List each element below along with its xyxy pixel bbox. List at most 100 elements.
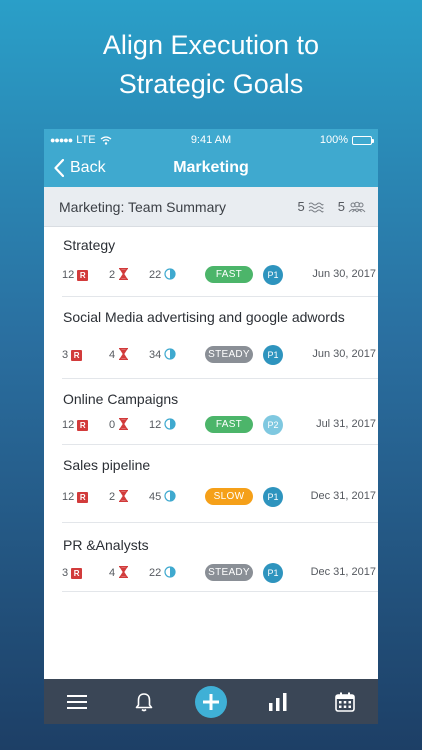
hourglass-icon <box>118 267 130 283</box>
add-button[interactable] <box>194 685 227 718</box>
overdue-count: 4 <box>109 349 116 361</box>
risk-badge-icon: R <box>77 269 89 281</box>
risk-stat: 3 R <box>62 563 83 583</box>
priority-badge: P1 <box>263 345 283 365</box>
battery-percent: 100% <box>319 134 348 146</box>
nav-bar: Back Marketing <box>44 151 378 187</box>
progress-icon <box>164 417 176 433</box>
progress-count: 34 <box>149 349 162 361</box>
risk-count: 12 <box>62 419 75 431</box>
hourglass-icon <box>118 565 130 581</box>
priority-badge: P1 <box>263 563 283 583</box>
team-summary-title: Marketing: Team Summary <box>59 198 227 215</box>
risk-badge-icon: R <box>71 567 83 579</box>
hourglass-icon <box>118 417 130 433</box>
priority-badge: P1 <box>263 487 283 507</box>
risk-count: 12 <box>62 491 75 503</box>
tab-reports[interactable] <box>258 682 298 722</box>
overdue-count: 0 <box>109 419 116 431</box>
goal-name: PR &Analysts <box>63 537 149 553</box>
overdue-stat: 2 <box>109 265 130 285</box>
pace-badge: STEADY <box>205 346 253 363</box>
calendar-icon <box>334 692 355 712</box>
risk-stat: 12 R <box>62 487 89 507</box>
phone-screen: ●●●●● LTE 9:41 AM 100% Back Marketing Ma… <box>44 129 378 724</box>
battery-icon <box>352 135 374 145</box>
overdue-stat: 0 <box>109 415 130 435</box>
progress-count: 12 <box>149 419 162 431</box>
progress-count: 45 <box>149 491 162 503</box>
priority-badge: P2 <box>263 415 283 435</box>
overdue-stat: 4 <box>109 345 130 365</box>
goal-meta: 12 R 2 45 SLOW P1 Dec 31, 2017 <box>62 487 378 507</box>
risk-stat: 3 R <box>62 345 83 365</box>
goal-row[interactable]: Social Media advertising and google adwo… <box>62 297 378 379</box>
progress-icon <box>164 267 176 283</box>
progress-count: 22 <box>149 269 162 281</box>
risk-stat: 12 R <box>62 265 89 285</box>
pace-badge: FAST <box>205 416 253 433</box>
hourglass-icon <box>118 347 130 363</box>
risk-count: 3 <box>62 349 69 361</box>
tab-bar <box>44 679 378 724</box>
progress-stat: 12 <box>149 415 176 435</box>
bar-chart-icon <box>268 692 287 711</box>
overdue-count: 2 <box>109 491 116 503</box>
back-button[interactable]: Back <box>54 159 106 177</box>
headline-line-1: Align Execution to <box>102 30 320 60</box>
priority-badge: P1 <box>263 265 283 285</box>
pace-badge: STEADY <box>205 564 253 581</box>
back-label: Back <box>70 159 106 176</box>
headline: Align Execution to Strategic Goals <box>0 26 422 104</box>
goal-meta: 12 R 2 22 FAST P1 Jun 30, 2017 <box>62 265 378 285</box>
bell-icon <box>135 692 153 711</box>
members-stat: 5 <box>338 199 366 214</box>
progress-stat: 34 <box>149 345 176 365</box>
goal-name: Online Campaigns <box>63 391 179 407</box>
team-icon <box>348 201 366 212</box>
goal-name: Strategy <box>63 237 116 253</box>
goal-row[interactable]: Strategy 12 R 2 22 FAST P1 Jun 30, 2017 <box>62 227 378 297</box>
goal-meta: 3 R 4 34 STEADY P1 Jun 30, 2017 <box>62 345 378 365</box>
pace-badge: SLOW <box>205 488 253 505</box>
tab-add[interactable] <box>191 682 231 722</box>
risk-count: 12 <box>62 269 75 281</box>
chevron-left-icon <box>54 159 64 177</box>
goal-name: Sales pipeline <box>63 457 151 473</box>
progress-stat: 45 <box>149 487 176 507</box>
headline-line-2: Strategic Goals <box>118 69 304 99</box>
tab-notifications[interactable] <box>124 682 164 722</box>
risk-badge-icon: R <box>71 349 83 361</box>
progress-icon <box>164 489 176 505</box>
goals-stat: 5 <box>298 199 324 214</box>
progress-icon <box>164 565 176 581</box>
goal-meta: 12 R 0 12 FAST P2 Jul 31, 2017 <box>62 415 378 435</box>
plus-icon <box>202 693 219 710</box>
goal-name: Social Media advertising and google adwo… <box>63 309 345 325</box>
risk-badge-icon: R <box>77 419 89 431</box>
due-date: Dec 31, 2017 <box>310 490 376 502</box>
goal-row[interactable]: Online Campaigns 12 R 0 12 FAST P2 Jul 3… <box>62 379 378 445</box>
hourglass-icon <box>118 489 130 505</box>
overdue-stat: 4 <box>109 563 130 583</box>
overdue-count: 4 <box>109 567 116 579</box>
progress-count: 22 <box>149 567 162 579</box>
goals-count: 5 <box>297 199 305 214</box>
due-date: Jul 31, 2017 <box>316 418 376 430</box>
menu-icon <box>67 694 88 709</box>
goal-row[interactable]: PR &Analysts 3 R 4 22 STEADY P1 Dec 31, … <box>62 523 378 592</box>
goal-meta: 3 R 4 22 STEADY P1 Dec 31, 2017 <box>62 563 378 583</box>
waves-icon <box>308 202 324 212</box>
goals-list: Strategy 12 R 2 22 FAST P1 Jun 30, 2017 … <box>44 227 378 592</box>
risk-stat: 12 R <box>62 415 89 435</box>
overdue-stat: 2 <box>109 487 130 507</box>
overdue-count: 2 <box>109 269 116 281</box>
goal-row[interactable]: Sales pipeline 12 R 2 45 SLOW P1 Dec 31,… <box>62 445 378 523</box>
members-count: 5 <box>337 199 345 214</box>
pace-badge: FAST <box>205 266 253 283</box>
tab-calendar[interactable] <box>325 682 365 722</box>
tab-menu[interactable] <box>57 682 97 722</box>
risk-count: 3 <box>62 567 69 579</box>
team-summary-header[interactable]: Marketing: Team Summary 5 5 <box>44 187 378 227</box>
due-date: Jun 30, 2017 <box>312 348 376 360</box>
